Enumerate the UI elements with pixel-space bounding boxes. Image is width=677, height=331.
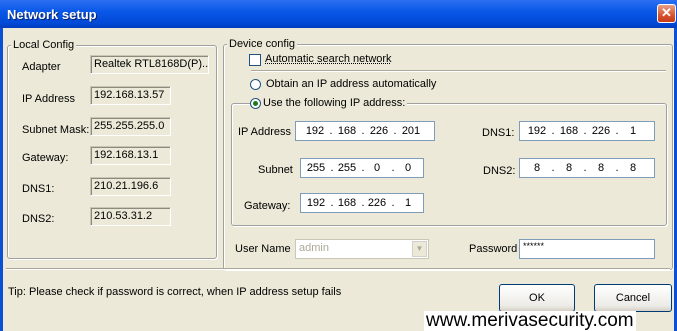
device-ip-label: IP Address: [238, 126, 291, 138]
device-gateway-label: Gateway:: [244, 200, 291, 212]
chevron-down-icon[interactable]: ▼: [412, 241, 427, 257]
device-gateway-input[interactable]: 192. 168. 226. 1: [300, 193, 424, 213]
device-dns2-input[interactable]: 8. 8. 8. 8: [519, 158, 655, 178]
ip-address-label: IP Address: [22, 93, 75, 105]
auto-search-checkbox[interactable]: [249, 54, 261, 66]
cancel-button[interactable]: Cancel: [594, 284, 672, 312]
use-following-radio[interactable]: [250, 98, 261, 109]
dns2-value: 210.53.31.2: [90, 207, 171, 226]
auto-search-divider: [251, 70, 666, 72]
dns2-label: DNS2:: [22, 213, 55, 225]
close-icon: ✕: [661, 5, 672, 20]
watermark: www.merivasecurity.com: [424, 310, 636, 331]
device-ip-input[interactable]: 192. 168. 226. 201: [295, 121, 435, 141]
tip-text: Tip: Please check if password is correct…: [8, 286, 342, 298]
ip-address-value: 192.168.13.57: [90, 86, 171, 105]
auto-search-label[interactable]: Automatic search network: [265, 53, 392, 65]
gateway-label: Gateway:: [22, 152, 69, 164]
window-title: Network setup: [7, 7, 97, 22]
local-config-title: Local Config: [11, 39, 77, 51]
username-select[interactable]: admin ▼: [295, 239, 429, 259]
password-input[interactable]: ******: [519, 239, 655, 259]
subnet-mask-label: Subnet Mask:: [22, 124, 90, 136]
device-config-title: Device config: [227, 38, 298, 50]
footer-divider: [6, 268, 670, 270]
device-subnet-input[interactable]: 255. 255. 0. 0: [300, 158, 424, 178]
username-label: User Name: [235, 243, 291, 255]
use-following-label[interactable]: Use the following IP address:: [261, 97, 408, 109]
close-button[interactable]: ✕: [657, 4, 676, 23]
title-bar: Network setup ✕: [0, 0, 677, 28]
obtain-auto-label[interactable]: Obtain an IP address automatically: [266, 78, 436, 90]
dns1-value: 210.21.196.6: [90, 177, 171, 196]
password-label: Password: [469, 243, 518, 255]
subnet-mask-value: 255.255.255.0: [90, 117, 171, 136]
device-dns2-label: DNS2:: [483, 165, 516, 177]
obtain-auto-radio[interactable]: [250, 79, 261, 90]
ok-button[interactable]: OK: [499, 284, 575, 312]
dns1-label: DNS1:: [22, 183, 55, 195]
device-dns1-input[interactable]: 192. 168. 226. 1: [519, 121, 655, 141]
username-value: admin: [299, 242, 329, 254]
adapter-label: Adapter: [22, 61, 61, 73]
device-dns1-label: DNS1:: [482, 127, 515, 139]
gateway-value: 192.168.13.1: [90, 146, 171, 165]
adapter-value: Realtek RTL8168D(P)...: [90, 55, 209, 74]
device-subnet-label: Subnet: [258, 164, 293, 176]
